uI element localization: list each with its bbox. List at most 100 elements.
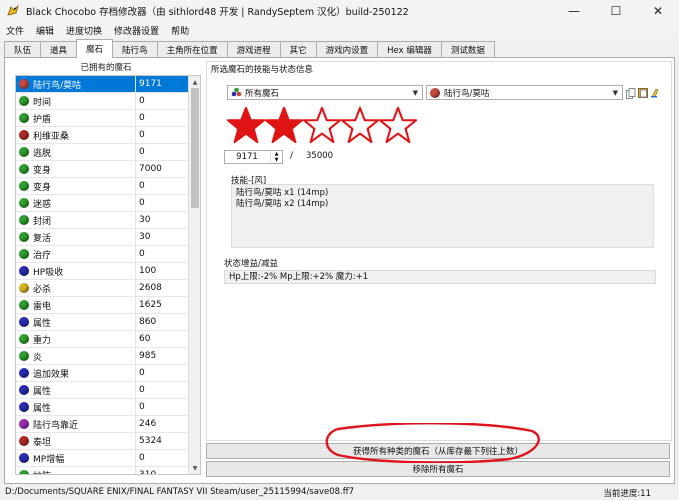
table-row[interactable]: 属性 0 (16, 398, 188, 416)
materia-ap-cell: 5324 (139, 436, 162, 446)
tab-chocobo[interactable]: 陆行鸟 (112, 41, 158, 58)
materia-name-cell: 变身 (16, 177, 136, 195)
table-row[interactable]: 陆行鸟靠近 246 (16, 415, 188, 433)
table-row[interactable]: 时间 0 (16, 92, 188, 110)
table-row[interactable]: 封闭 30 (16, 211, 188, 229)
materia-name: 时间 (33, 97, 52, 108)
table-row[interactable]: 治疗 0 (16, 245, 188, 263)
copy-icon[interactable] (626, 88, 636, 99)
star-empty-icon[interactable] (341, 106, 379, 144)
materia-orb-icon (19, 453, 29, 463)
materia-ap-cell: 2608 (139, 283, 162, 293)
table-row[interactable]: 炎 985 (16, 347, 188, 365)
materia-name: 陆行鸟/莫咕 (33, 80, 82, 91)
table-row[interactable]: 属性 860 (16, 313, 188, 331)
materia-name: 封闭 (33, 216, 52, 227)
table-row[interactable]: 迷惑 0 (16, 194, 188, 212)
tab-items[interactable]: 道具 (40, 41, 78, 58)
materia-name-cell: 护阵 (16, 466, 136, 474)
ap-spinbox[interactable]: 9171 ▲ ▼ (224, 150, 283, 164)
chevron-down-icon: ▼ (412, 88, 418, 97)
table-row[interactable]: MP增幅 0 (16, 449, 188, 467)
materia-table-scrollbar[interactable]: ▲ ▼ (188, 76, 200, 474)
tab-materia[interactable]: 魔石 (76, 39, 114, 58)
materia-name: 利维亚桑 (33, 131, 70, 142)
materia-type-select[interactable]: 陆行鸟/莫咕 ▼ (426, 85, 623, 100)
menu-help[interactable]: 帮助 (165, 24, 195, 37)
star-filled-icon[interactable] (265, 106, 303, 144)
tab-hex-editor[interactable]: Hex 编辑器 (377, 41, 442, 58)
tab-party[interactable]: 队伍 (4, 41, 42, 58)
close-button[interactable]: ✕ (637, 0, 679, 22)
materia-name-cell: 雷电 (16, 296, 136, 314)
materia-name: 逃脱 (33, 148, 52, 159)
materia-name: MP增幅 (33, 454, 65, 465)
table-row[interactable]: 属性 0 (16, 381, 188, 399)
tab-game-options[interactable]: 游戏内设置 (315, 41, 379, 58)
tab-test-data[interactable]: 测试数据 (440, 41, 495, 58)
table-row[interactable]: 变身 0 (16, 177, 188, 195)
minimize-button[interactable]: — (553, 0, 595, 22)
materia-name: 属性 (33, 403, 52, 414)
tab-others[interactable]: 其它 (279, 41, 317, 58)
tab-location[interactable]: 主角所在位置 (156, 41, 228, 58)
menu-file[interactable]: 文件 (0, 24, 30, 37)
get-all-materia-button[interactable]: 获得所有种类的魔石（从库存最下列往上数） (206, 443, 670, 459)
materia-orb-icon (19, 232, 29, 242)
materia-table[interactable]: 陆行鸟/莫咕 9171 时间 0 护盾 0 利维亚桑 0 逃脱 0 变身 7000 变身 0 迷惑 0 封闭 30… (15, 75, 201, 475)
table-row[interactable]: 护阵 310 (16, 466, 188, 474)
table-row[interactable]: 追加效果 0 (16, 364, 188, 382)
materia-orb-icon (19, 164, 29, 174)
table-row[interactable]: 必杀 2608 (16, 279, 188, 297)
ap-max-value: 35000 (306, 151, 334, 161)
star-empty-icon[interactable] (303, 106, 341, 144)
materia-name-cell: 复活 (16, 228, 136, 246)
materia-ap-cell: 9171 (139, 79, 162, 89)
table-row[interactable]: 逃脱 0 (16, 143, 188, 161)
table-row[interactable]: 护盾 0 (16, 109, 188, 127)
scroll-up-icon[interactable]: ▲ (189, 76, 200, 88)
window-title: Black Chocobo 存档修改器（由 sithlord48 开发 | Ra… (26, 7, 409, 18)
table-row[interactable]: 利维亚桑 0 (16, 126, 188, 144)
materia-ap-cell: 100 (139, 266, 157, 276)
scroll-thumb[interactable] (191, 88, 199, 208)
remove-all-materia-button[interactable]: 移除所有魔石 (206, 461, 670, 477)
spin-down-icon[interactable]: ▼ (275, 157, 279, 163)
materia-ap-cell: 0 (139, 402, 145, 412)
menu-edit[interactable]: 编辑 (30, 24, 60, 37)
detail-group-title: 所选魔石的技能与状态信息 (211, 65, 314, 75)
materia-type-value: 陆行鸟/莫咕 (444, 88, 490, 99)
skill-item: 陆行鸟/莫咕 x1 (14mp) (236, 188, 329, 198)
materia-name-cell: 迷惑 (16, 194, 136, 212)
scroll-down-icon[interactable]: ▼ (189, 462, 200, 474)
materia-filter-select[interactable]: 所有魔石 ▼ (227, 85, 423, 100)
save-file-path: D:/Documents/SQUARE ENIX/FINAL FANTASY V… (5, 487, 354, 497)
materia-orb-icon (19, 317, 29, 327)
table-row[interactable]: 陆行鸟/莫咕 9171 (16, 76, 188, 93)
materia-orb-icon (19, 283, 29, 293)
table-row[interactable]: 变身 7000 (16, 160, 188, 178)
materia-ap-cell: 0 (139, 368, 145, 378)
materia-ap-cell: 0 (139, 453, 145, 463)
clear-icon[interactable] (650, 87, 660, 98)
materia-ap-cell: 0 (139, 181, 145, 191)
table-row[interactable]: 重力 60 (16, 330, 188, 348)
table-row[interactable]: 复活 30 (16, 228, 188, 246)
table-row[interactable]: HP吸收 100 (16, 262, 188, 280)
tab-game-progress[interactable]: 游戏进程 (226, 41, 281, 58)
materia-name: 变身 (33, 165, 52, 176)
menu-settings[interactable]: 修改器设置 (108, 24, 165, 37)
materia-level-stars[interactable] (227, 106, 417, 144)
paste-icon[interactable] (638, 87, 648, 98)
materia-ap-cell: 0 (139, 113, 145, 123)
materia-name-cell: 追加效果 (16, 364, 136, 382)
maximize-button[interactable]: ☐ (595, 0, 637, 22)
materia-name-cell: 陆行鸟靠近 (16, 415, 136, 433)
menu-slot-switch[interactable]: 进度切换 (60, 24, 108, 37)
materia-name-cell: 属性 (16, 381, 136, 399)
materia-tab-panel: 已拥有的魔石 陆行鸟/莫咕 9171 时间 0 护盾 0 利维亚桑 0 逃脱 0 变身 7000 变身 0… (4, 57, 675, 484)
table-row[interactable]: 雷电 1625 (16, 296, 188, 314)
star-filled-icon[interactable] (227, 106, 265, 144)
table-row[interactable]: 泰坦 5324 (16, 432, 188, 450)
star-empty-icon[interactable] (379, 106, 417, 144)
